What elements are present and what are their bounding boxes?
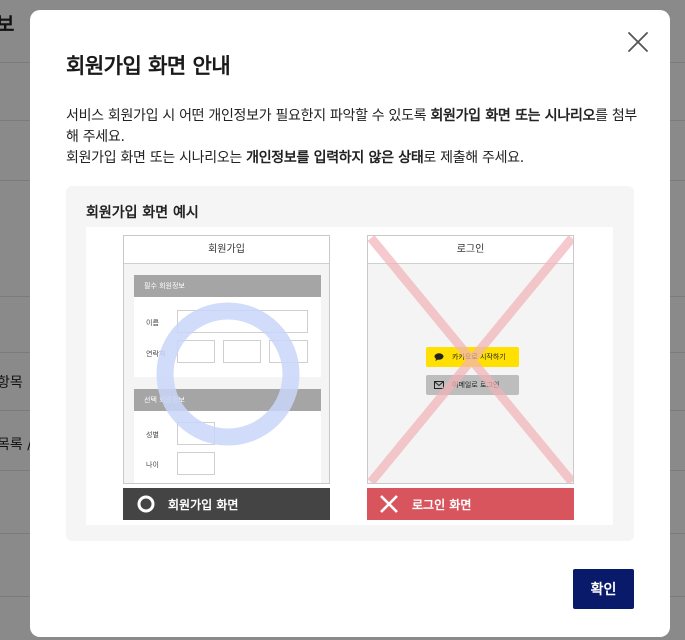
- signup-screen-mock: 회원가입 필수 회원정보 이름 연락처 선택 회원정보 성별 나이: [123, 235, 330, 484]
- example-box: 회원가입 화면 예시 회원가입 필수 회원정보 이름 연락처 선택 회원정보 성…: [66, 186, 634, 541]
- close-icon: [628, 32, 648, 52]
- login-screen-caption: 로그인 화면: [367, 488, 574, 520]
- circle-icon: [137, 495, 155, 513]
- example-illustration: 회원가입 필수 회원정보 이름 연락처 선택 회원정보 성별 나이 회원가입 화…: [86, 227, 613, 525]
- example-title: 회원가입 화면 예시: [86, 205, 199, 221]
- desc-text: 로 제출해 주세요.: [423, 150, 524, 166]
- modal-description: 서비스 회원가입 시 어떤 개인정보가 필요한지 파악할 수 있도록 회원가입 …: [66, 106, 640, 169]
- desc-emphasis: 개인정보를 입력하지 않은 상태: [246, 150, 424, 166]
- desc-text: 서비스 회원가입 시 어떤 개인정보가 필요한지 파악할 수 있도록: [66, 108, 431, 124]
- correct-circle-icon: [156, 302, 300, 446]
- modal-title: 회원가입 화면 안내: [66, 54, 231, 78]
- close-button[interactable]: [626, 30, 650, 54]
- login-caption-text: 로그인 화면: [412, 498, 472, 512]
- desc-text: 회원가입 화면 또는 시나리오는: [66, 150, 247, 166]
- wrong-cross-icon: [368, 236, 573, 483]
- desc-emphasis: 회원가입 화면 또는 시나리오: [430, 108, 596, 124]
- cross-icon: [380, 495, 398, 513]
- login-screen-mock: 로그인 카카오로 시작하기 이메일로 로그인: [367, 235, 574, 484]
- signup-screen-caption: 회원가입 화면: [123, 488, 330, 520]
- confirm-button[interactable]: 확인: [573, 569, 634, 609]
- signup-caption-text: 회원가입 화면: [168, 498, 239, 512]
- signup-guide-modal: 회원가입 화면 안내 서비스 회원가입 시 어떤 개인정보가 필요한지 파악할 …: [30, 10, 670, 637]
